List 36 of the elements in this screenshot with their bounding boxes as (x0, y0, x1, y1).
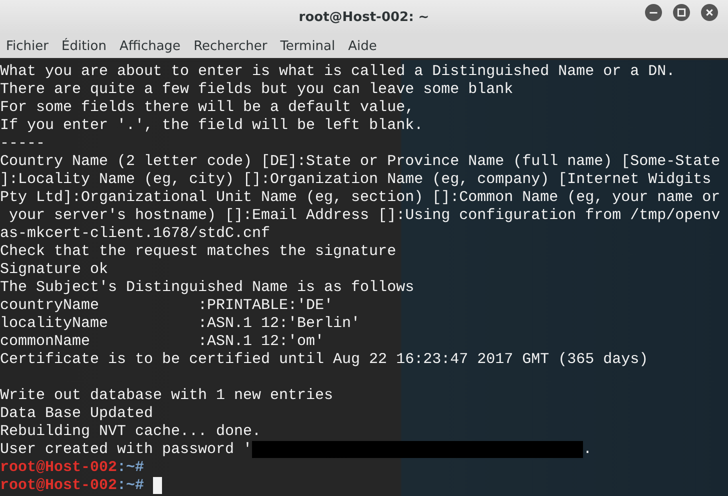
terminal-line: as-mkcert-client.1678/stdC.cnf (0, 225, 270, 243)
terminal-line: What you are about to enter is what is called a Distinguished Name or a DN. (0, 63, 676, 81)
terminal-line: localityName :ASN.1 12:'Berlin' (0, 315, 360, 333)
menu-item[interactable]: Terminal (274, 38, 340, 54)
terminal-line: ----- (0, 135, 46, 153)
terminal-line: commonName :ASN.1 12:'om' (0, 333, 324, 351)
maximize-icon[interactable] (673, 4, 690, 21)
window-title: root@Host-002: ~ (298, 10, 430, 24)
minimize-icon[interactable] (645, 4, 662, 21)
menu-item[interactable]: Édition (56, 38, 112, 54)
terminal-line: The Subject's Distinguished Name is as follows (0, 279, 414, 297)
close-icon[interactable] (701, 4, 718, 21)
terminal-line: Certificate is to be certified until Aug 22 16:23:47 2017 GMT (365 days) (0, 351, 648, 369)
terminal-line: For some fields there will be a default value, (0, 99, 414, 117)
terminal-text: . (583, 441, 592, 459)
terminal-line: Signature ok (0, 261, 108, 279)
terminal-line: your server's hostname) []:Email Address []:Using configuration from /tmp/openv (8, 207, 720, 225)
terminal-line: Write out database with 1 new entries (0, 387, 334, 405)
terminal-line: Rebuilding NVT cache... done. (0, 423, 262, 441)
terminal-line: Data Base Updated (0, 405, 154, 423)
menu-item[interactable]: Fichier (0, 38, 54, 54)
terminal-line: Pty Ltd]:Organizational Unit Name (eg, section) []:Common Name (eg, your name or (0, 189, 720, 207)
terminal-line: ]:Locality Name (eg, city) []:Organization Name (eg, company) [Internet Widgits (0, 171, 712, 189)
prompt-user: root@Host-002 (0, 477, 118, 495)
menu-item[interactable]: Aide (342, 38, 382, 54)
terminal-line: countryName :PRINTABLE:'DE' (0, 297, 334, 315)
menu-item[interactable]: Rechercher (188, 38, 272, 54)
terminal-line: Check that the request matches the signature (0, 243, 396, 261)
menu-item[interactable]: Affichage (113, 38, 186, 54)
prompt-path: :~# (117, 477, 144, 495)
prompt-path: :~# (117, 459, 144, 477)
terminal-line: User created with password ' (0, 441, 252, 459)
prompt-user: root@Host-002 (0, 459, 118, 477)
terminal-line: If you enter '.', the field will be left blank. (0, 117, 424, 135)
terminal-line: Country Name (2 letter code) [DE]:State or Province Name (full name) [Some-State (0, 153, 720, 171)
terminal-line: There are quite a few fields but you can leave some blank (0, 81, 514, 99)
